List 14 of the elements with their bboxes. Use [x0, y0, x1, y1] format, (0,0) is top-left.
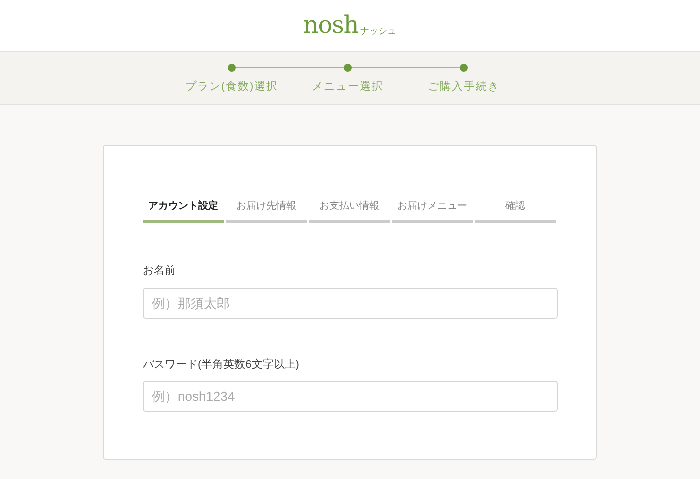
step-label: プラン(食数)選択	[185, 80, 279, 95]
input-field[interactable]: 例）那須太郎	[143, 288, 558, 318]
field-label: パスワード(半角英数6文字以上)	[143, 358, 300, 372]
logo-wordmark: nosh	[303, 13, 359, 37]
logo-kana: ナッシュ	[360, 27, 397, 36]
step-label: ご購入手続き	[428, 80, 500, 95]
step-tab[interactable]: お届けメニュー	[392, 191, 473, 223]
step-tab[interactable]: お届け先情報	[226, 191, 307, 223]
step-tab[interactable]: お支払い情報	[309, 191, 390, 223]
step-tab[interactable]: 確認	[475, 191, 556, 223]
field-label: お名前	[143, 264, 177, 279]
step-label: メニュー選択	[312, 80, 384, 95]
input-field[interactable]: 例）nosh1234	[143, 381, 558, 412]
step-tab[interactable]: アカウント設定	[143, 191, 224, 223]
